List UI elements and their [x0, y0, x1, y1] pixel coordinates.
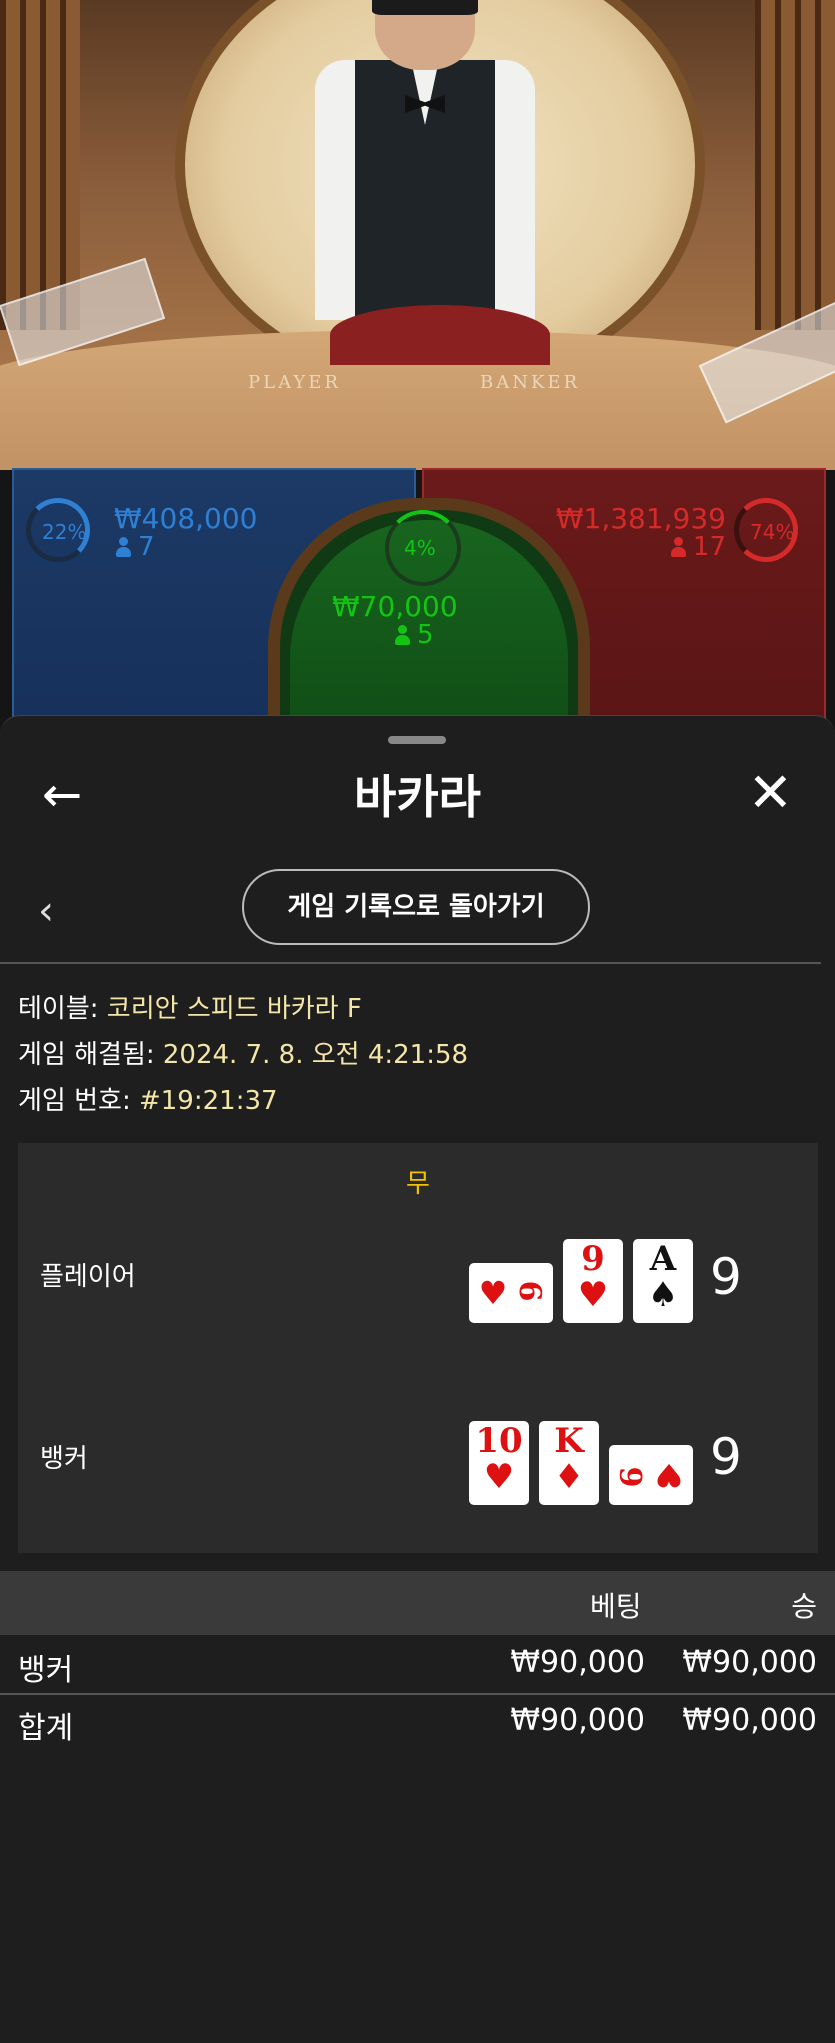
drag-handle[interactable] — [388, 736, 446, 744]
meta-table: 테이블: 코리안 스피드 바카라 F — [18, 994, 362, 1024]
tie-amount: ₩70,000 — [332, 590, 458, 623]
tie-pct: 4% — [404, 536, 436, 560]
bet-table-header: 베팅 승 — [0, 1571, 835, 1635]
close-icon[interactable]: ✕ — [748, 766, 793, 820]
dealer-seat — [330, 305, 550, 365]
player-score: 9 — [710, 1248, 742, 1306]
person-icon — [395, 625, 410, 645]
betting-grid: 22% ₩408,000 7 74% ₩1,381,939 17 4% ₩70,… — [0, 468, 835, 772]
player-amount: ₩408,000 — [114, 502, 258, 535]
result-panel: 무 플레이어 6 ♥ 9 ♥ A ♠ 9 뱅커 10 ♥ K ♦ 6 ♥ 9 — [18, 1143, 818, 1553]
person-icon — [116, 537, 131, 557]
tie-count: 5 — [395, 620, 434, 650]
banker-count: 17 — [670, 532, 726, 562]
person-icon — [670, 537, 686, 557]
player-row-label: 플레이어 — [40, 1262, 136, 1292]
banker-score: 9 — [710, 1428, 742, 1486]
playing-card: 6 ♥ — [469, 1263, 553, 1323]
live-video: PLAYER BANKER — [0, 0, 835, 470]
playing-card: A ♠ — [633, 1239, 693, 1323]
sheet-title: 바카라 — [354, 770, 481, 824]
playing-card: 10 ♥ — [469, 1421, 529, 1505]
meta-game-number: 게임 번호: #19:21:37 — [18, 1086, 278, 1116]
dealer — [310, 0, 540, 320]
player-count: 7 — [116, 532, 155, 562]
player-pct: 22% — [42, 520, 87, 544]
win-column-header: 승 — [791, 1590, 817, 1623]
banker-row-label: 뱅커 — [40, 1444, 88, 1474]
playing-card: K ♦ — [539, 1421, 599, 1505]
result-outcome: 무 — [406, 1169, 430, 1199]
lattice-panel-left — [0, 0, 80, 330]
chevron-left-icon[interactable]: ‹ — [38, 891, 54, 931]
lattice-panel-right — [755, 0, 835, 330]
table-player-label: PLAYER — [248, 372, 341, 393]
meta-resolved: 게임 해결됨: 2024. 7. 8. 오전 4:21:58 — [18, 1040, 469, 1070]
playing-card: 9 ♥ — [563, 1239, 623, 1323]
table-banker-label: BANKER — [480, 372, 581, 393]
bet-column-header: 베팅 — [590, 1590, 642, 1623]
back-to-history-button[interactable]: 게임 기록으로 돌아가기 — [242, 869, 590, 945]
table-row: 뱅커 ₩90,000 ₩90,000 — [18, 1645, 817, 1688]
banker-pct: 74% — [750, 520, 795, 544]
playing-card: 6 ♥ — [609, 1445, 693, 1505]
game-detail-sheet: ← 바카라 ✕ ‹ 게임 기록으로 돌아가기 테이블: 코리안 스피드 바카라 … — [0, 715, 835, 2043]
total-row: 합계 ₩90,000 ₩90,000 — [18, 1703, 817, 1746]
banker-amount: ₩1,381,939 — [555, 502, 726, 535]
divider — [0, 962, 821, 964]
